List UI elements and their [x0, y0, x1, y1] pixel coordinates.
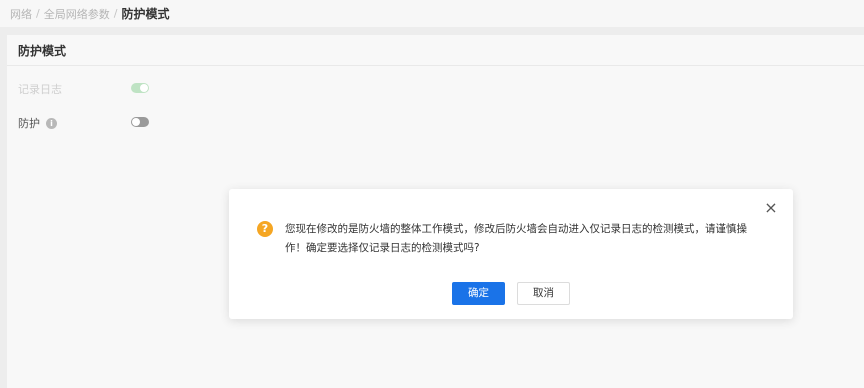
breadcrumb: 网络 / 全局网络参数 / 防护模式	[0, 0, 864, 27]
toggle-knob	[140, 84, 148, 92]
breadcrumb-separator: /	[113, 7, 118, 20]
protect-row: 防护 i	[18, 115, 57, 131]
log-label: 记录日志	[18, 83, 62, 96]
protect-label: 防护	[18, 117, 40, 130]
dialog-message: 您现在修改的是防火墙的整体工作模式，修改后防火墙会自动进入仅记录日志的检测模式，…	[285, 223, 747, 254]
breadcrumb-item-network[interactable]: 网络	[10, 6, 32, 22]
page: 网络 / 全局网络参数 / 防护模式 防护模式 记录日志 防护 i × ? 您现…	[0, 0, 864, 388]
toggle-knob	[132, 118, 140, 126]
close-icon[interactable]: ×	[764, 200, 778, 216]
log-row: 记录日志	[18, 81, 62, 97]
cancel-button[interactable]: 取消	[517, 282, 570, 305]
breadcrumb-item-global-params[interactable]: 全局网络参数	[44, 6, 110, 22]
breadcrumb-separator: /	[36, 7, 40, 20]
log-toggle[interactable]	[131, 83, 149, 93]
confirm-dialog: × ? 您现在修改的是防火墙的整体工作模式，修改后防火墙会自动进入仅记录日志的检…	[229, 189, 793, 319]
panel-title: 防护模式	[7, 35, 864, 66]
question-warning-icon: ?	[257, 221, 273, 237]
info-icon[interactable]: i	[46, 117, 57, 129]
protect-toggle[interactable]	[131, 117, 149, 127]
breadcrumb-current: 防护模式	[121, 7, 170, 21]
confirm-button[interactable]: 确定	[452, 282, 505, 305]
